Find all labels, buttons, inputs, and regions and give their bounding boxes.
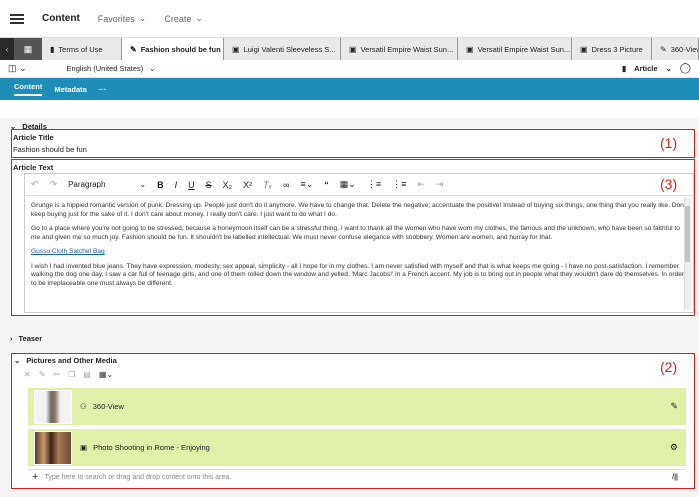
menu-icon[interactable]: [10, 13, 24, 24]
teaser-section[interactable]: › Teaser: [0, 326, 699, 350]
tab-content[interactable]: Content: [14, 82, 43, 96]
tab-luigi-valenti[interactable]: ▣ Luigi Valenti Sleeveless S...: [224, 38, 341, 60]
teaser-section-header[interactable]: › Teaser: [0, 326, 699, 347]
annotation-2: (2): [660, 359, 678, 375]
document-tabs: ‹ ▦ ▮ Terms of Use ✎ Fashion should be fun…: [0, 38, 699, 60]
split-view-icon[interactable]: ◫ ⌄: [8, 63, 27, 74]
pencil-icon: ✎: [130, 44, 137, 54]
tab-versatil-1[interactable]: ▣ Versatil Empire Waist Sun...: [341, 38, 458, 60]
nav-content[interactable]: Content: [42, 13, 80, 24]
nav-favorites[interactable]: Favorites ⌄: [98, 13, 147, 24]
locale-select[interactable]: English (United States) ⌄: [67, 64, 156, 73]
highlight-box-3: [11, 159, 695, 316]
lightbulb-icon[interactable]: ◯: [680, 63, 691, 74]
teaser-section-title: Teaser: [18, 334, 43, 343]
doctype-area: ▮ Article ⌄ ◯: [622, 63, 691, 74]
highlight-box-1: [11, 129, 695, 158]
nav-create-label: Create: [164, 13, 192, 24]
tab-label: Versatil Empire Waist Sun...: [360, 44, 454, 54]
annotation-1: (1): [660, 135, 678, 151]
highlight-box-2: [11, 353, 695, 489]
nav-favorites-label: Favorites: [97, 13, 135, 24]
more-tabs-icon[interactable]: ···: [99, 85, 107, 94]
tab-label: 360-View: [670, 44, 699, 54]
nav-create[interactable]: Create ⌄: [164, 13, 203, 24]
tab-label: Versatil Empire Waist Sun...: [477, 44, 571, 54]
chevron-down-icon: ⌄: [195, 13, 203, 23]
annotation-3: (3): [660, 176, 678, 192]
tab-dress-3[interactable]: ▣ Dress 3 Picture: [572, 38, 652, 60]
tab-360-view[interactable]: ✎ 360-View: [652, 38, 699, 60]
tab-label: Luigi Valenti Sleeveless S...: [243, 44, 336, 54]
tab-label: Terms of Use: [58, 44, 103, 54]
pencil-icon: ✎: [660, 44, 667, 54]
chevron-right-icon: ›: [10, 334, 13, 343]
picture-icon: ▣: [466, 44, 474, 54]
tab-metadata[interactable]: Metadata: [54, 85, 87, 94]
doctype-select[interactable]: Article: [634, 64, 657, 73]
content-tabs: Content Metadata ···: [0, 78, 699, 100]
chevron-down-icon: ⌄: [149, 64, 156, 73]
library-toggle-icon[interactable]: ▦: [14, 38, 42, 60]
tab-label: Fashion should be fun: [140, 44, 221, 54]
chevron-down-icon: ⌄: [138, 13, 147, 23]
locale-bar: ◫ ⌄ English (United States) ⌄ ▮ Article ⌄…: [0, 60, 699, 78]
tab-label: Dress 3 Picture: [591, 44, 643, 54]
picture-icon: ▣: [349, 44, 357, 54]
tab-scroll-left-icon[interactable]: ‹: [0, 38, 14, 60]
chevron-down-icon[interactable]: ⌄: [666, 64, 672, 73]
tab-fashion-should-be-fun[interactable]: ✎Fashion should be fun×: [122, 38, 224, 60]
picture-icon: ▣: [580, 44, 588, 54]
document-icon: ▮: [50, 44, 55, 54]
tab-terms-of-use[interactable]: ▮ Terms of Use: [42, 38, 122, 60]
tab-versatil-2[interactable]: ▣ Versatil Empire Waist Sun...: [458, 38, 572, 60]
picture-icon: ▣: [232, 44, 240, 54]
article-icon: ▮: [622, 64, 627, 73]
locale-label: English (United States): [66, 64, 144, 73]
top-navigation: Content Favorites ⌄ Create ⌄: [0, 0, 699, 38]
